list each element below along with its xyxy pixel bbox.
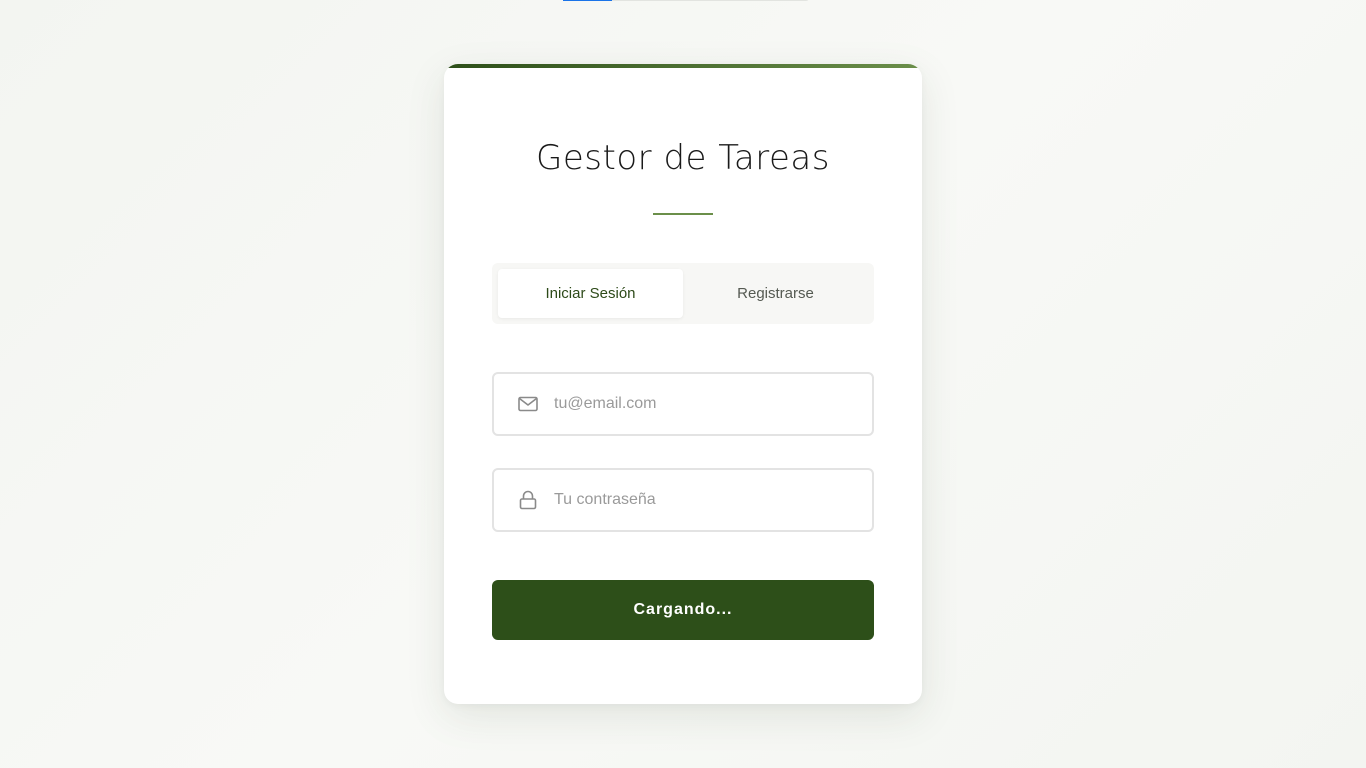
- tab-login[interactable]: Iniciar Sesión: [498, 269, 683, 318]
- title-divider: [653, 213, 713, 215]
- login-card: Gestor de Tareas Iniciar Sesión Registra…: [444, 64, 922, 704]
- lock-icon: [518, 490, 538, 510]
- top-loading-bar: [563, 0, 809, 1]
- top-loading-bar-fill: [563, 0, 613, 1]
- email-field[interactable]: [492, 372, 874, 436]
- submit-button[interactable]: Cargando...: [492, 580, 874, 640]
- password-field[interactable]: [492, 468, 874, 532]
- email-input[interactable]: [554, 374, 872, 434]
- password-input[interactable]: [554, 470, 872, 530]
- auth-tabs: Iniciar Sesión Registrarse: [492, 263, 874, 324]
- card-accent-bar: [444, 64, 922, 68]
- tab-register[interactable]: Registrarse: [683, 269, 868, 318]
- mail-icon: [518, 394, 538, 414]
- page-title: Gestor de Tareas: [536, 138, 830, 178]
